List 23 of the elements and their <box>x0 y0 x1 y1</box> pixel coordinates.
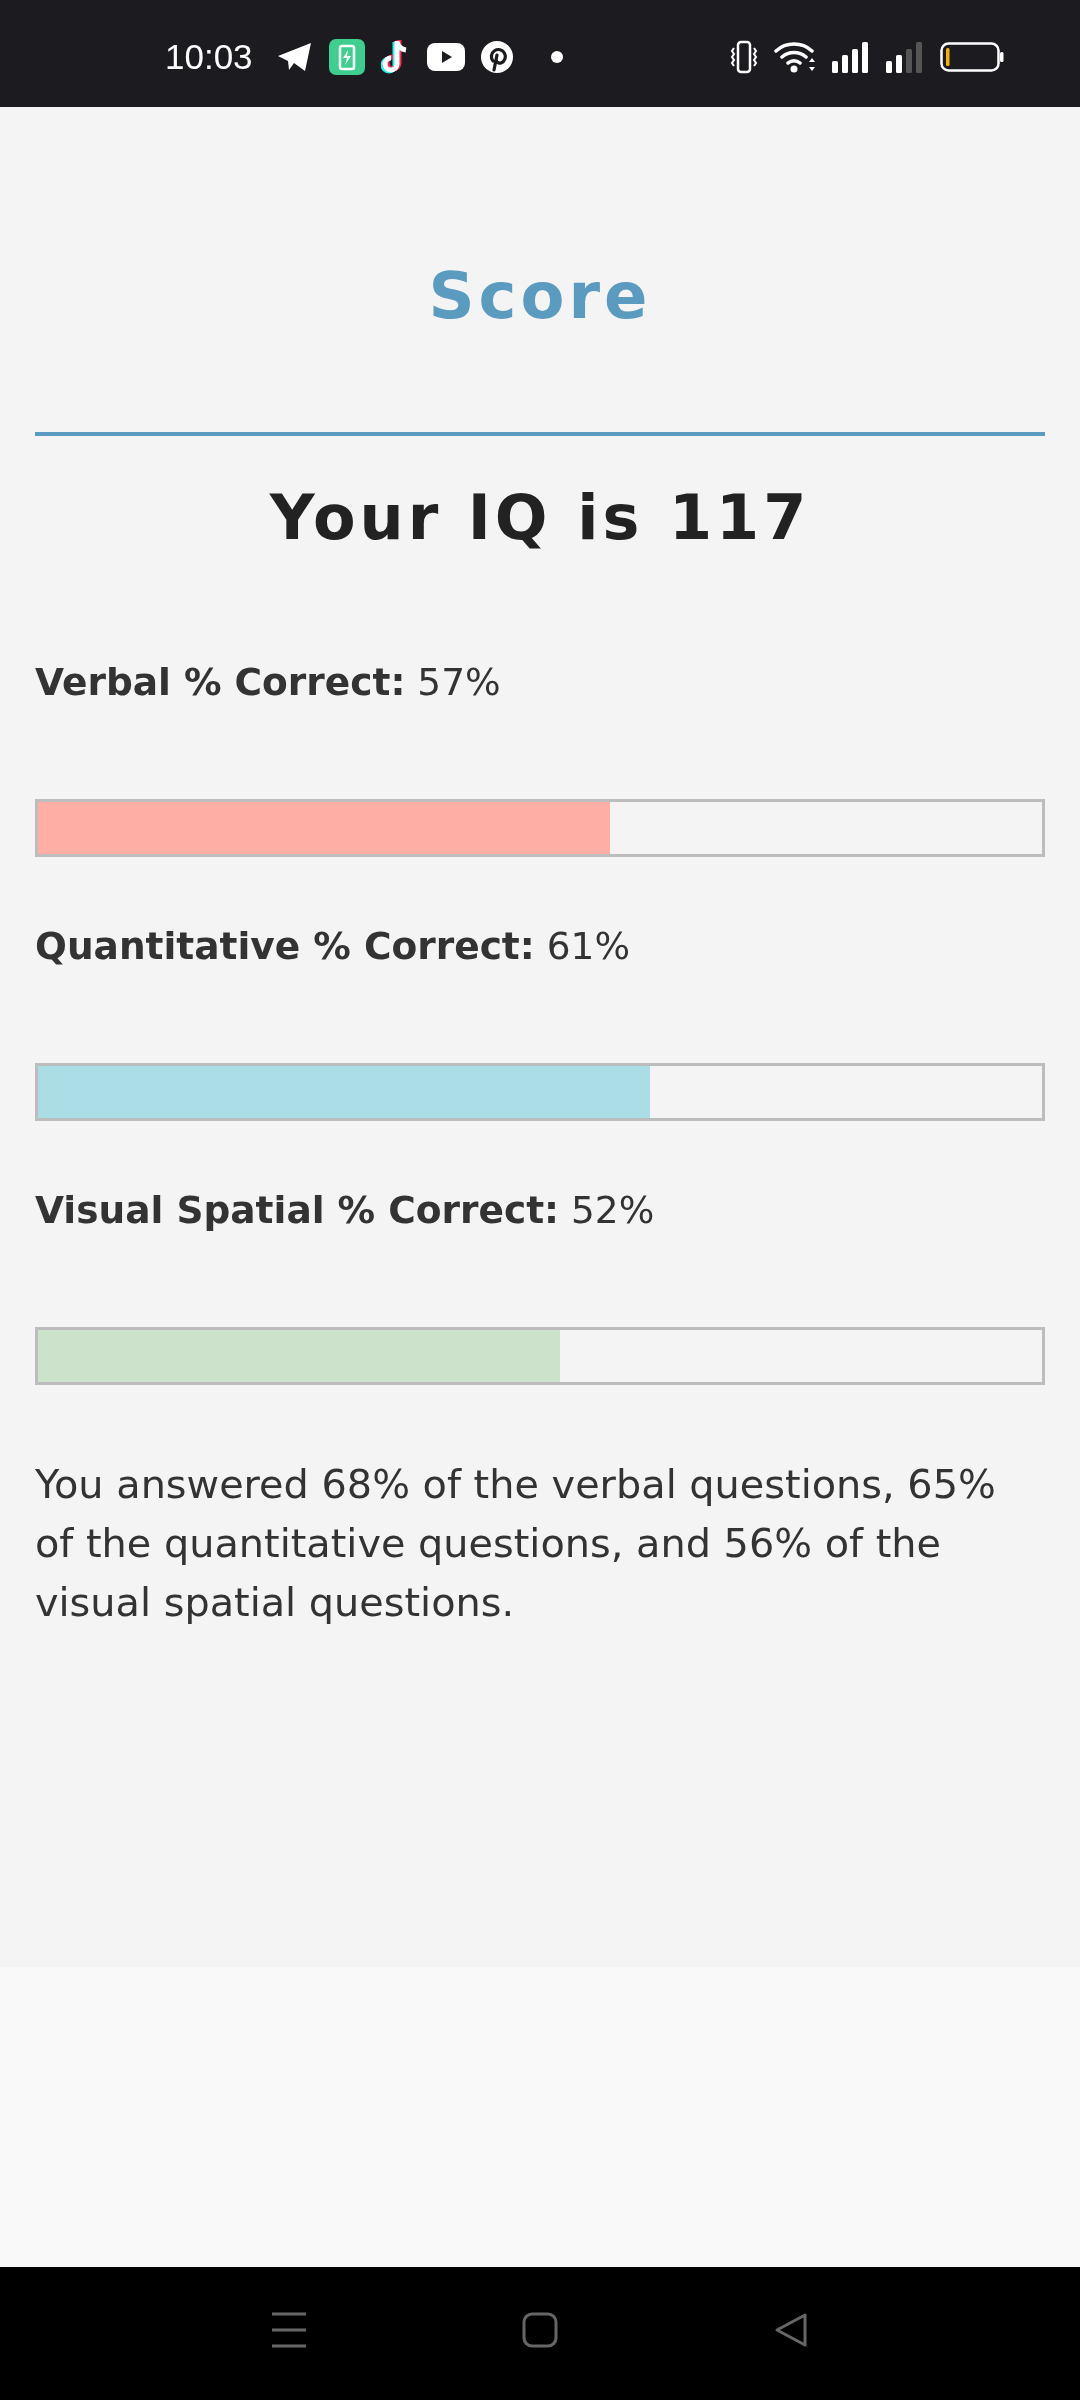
iq-result-heading: Your IQ is 117 <box>269 480 811 556</box>
home-icon <box>522 2311 558 2348</box>
battery-icon <box>940 41 1004 72</box>
back-button[interactable] <box>773 2311 809 2348</box>
battery-charging-icon <box>328 38 365 75</box>
signal-icon <box>832 40 870 73</box>
clock-time: 10:03 <box>165 36 253 77</box>
paper-plane-icon <box>276 41 313 72</box>
play-button-icon <box>426 42 465 71</box>
page-title: Score <box>428 258 652 335</box>
wifi-icon <box>774 39 816 74</box>
summary-text: You answered 68% of the verbal questions, 65% of the quantitative questions, and 56% of the visual spatial questions. <box>35 1460 997 1627</box>
vibrate-icon <box>730 39 758 74</box>
round-logo-icon <box>480 40 513 73</box>
score-label: Visual Spatial % Correct: 52% <box>35 1187 655 1234</box>
menu-icon <box>271 2311 307 2348</box>
dot-icon <box>550 50 563 63</box>
home-button[interactable] <box>522 2311 558 2348</box>
back-icon <box>773 2311 809 2348</box>
score-label: Quantitative % Correct: 61% <box>35 923 631 970</box>
menu-button[interactable] <box>271 2311 307 2348</box>
score-label: Verbal % Correct: 57% <box>35 659 501 706</box>
signal-icon <box>886 40 924 73</box>
